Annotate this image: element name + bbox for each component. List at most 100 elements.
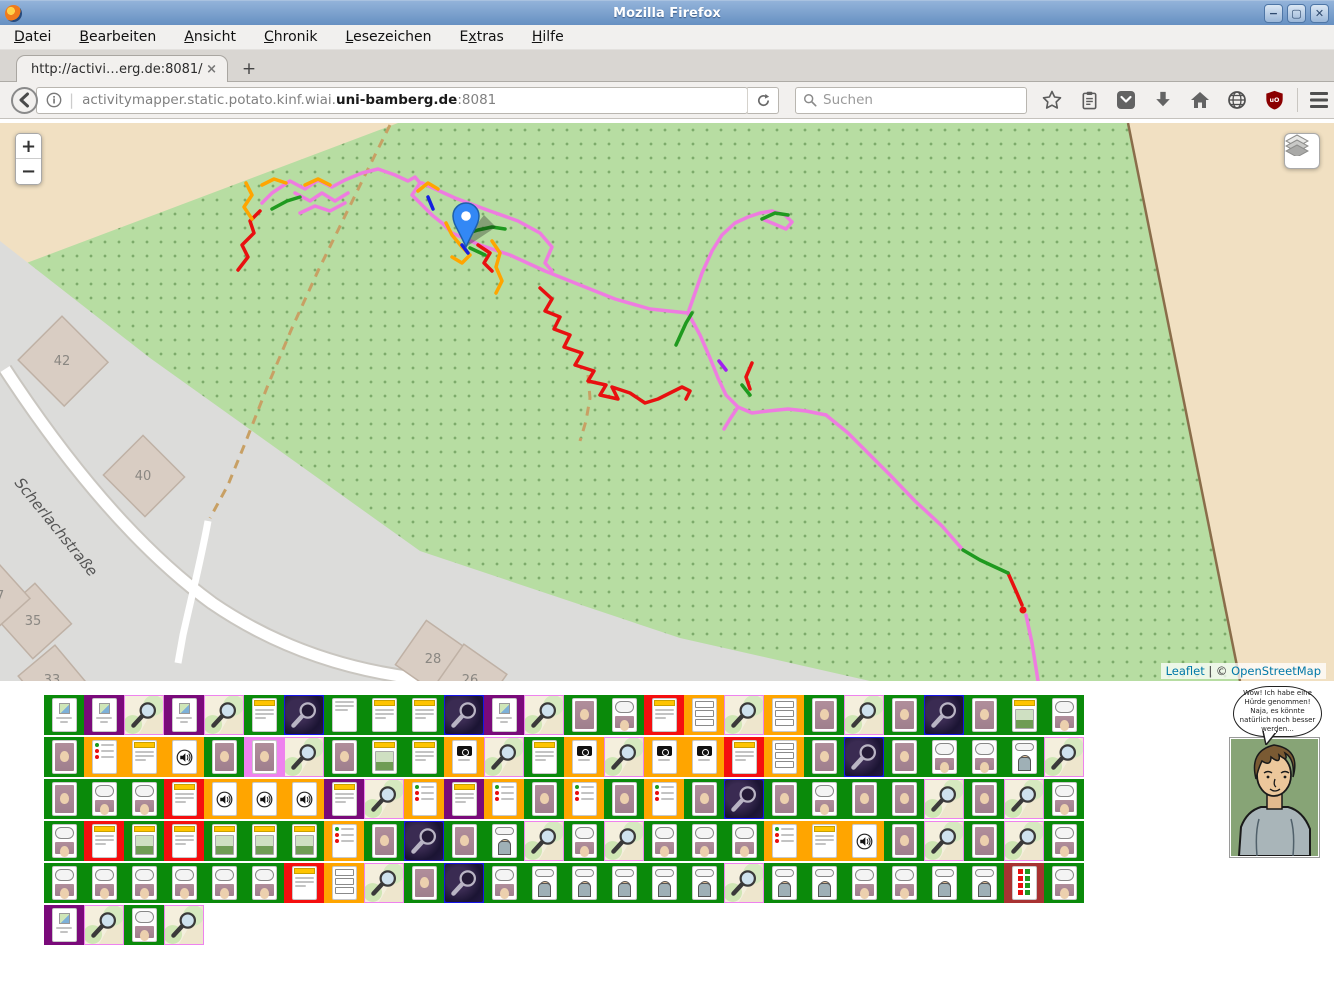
timeline-tile-speech[interactable] xyxy=(564,821,604,861)
timeline-tile-mag[interactable] xyxy=(724,779,764,819)
timeline-tile-yellow[interactable] xyxy=(724,737,764,777)
timeline-tile-camera[interactable] xyxy=(564,737,604,777)
timeline-tile-speech[interactable] xyxy=(924,737,964,777)
timeline-tile-avatar[interactable] xyxy=(884,695,924,735)
timeline-tile-map[interactable] xyxy=(524,695,564,735)
timeline-tile-yellow[interactable] xyxy=(364,695,404,735)
timeline-tile-speech[interactable] xyxy=(1044,821,1084,861)
timeline-tile-map[interactable] xyxy=(524,821,564,861)
timeline-tile-comic[interactable] xyxy=(924,863,964,903)
timeline-tile-form[interactable] xyxy=(684,695,724,735)
timeline-tile-avatar[interactable] xyxy=(44,737,84,777)
timeline-tile-speech[interactable] xyxy=(124,779,164,819)
timeline-tile-avatar[interactable] xyxy=(564,695,604,735)
timeline-tile-form[interactable] xyxy=(324,863,364,903)
timeline-tile-mag[interactable] xyxy=(444,863,484,903)
timeline-tile-form[interactable] xyxy=(764,695,804,735)
timeline-tile-avatar[interactable] xyxy=(804,695,844,735)
timeline-tile-map[interactable] xyxy=(484,737,524,777)
timeline-tile-speech[interactable] xyxy=(644,821,684,861)
minimize-icon[interactable]: − xyxy=(1264,4,1283,23)
menu-item-bearbeiten[interactable]: Bearbeiten xyxy=(79,29,156,45)
timeline-tile-map[interactable] xyxy=(724,863,764,903)
timeline-tile-check[interactable] xyxy=(644,779,684,819)
timeline-tile-speech[interactable] xyxy=(44,863,84,903)
search-bar[interactable]: Suchen xyxy=(795,87,1027,114)
leaflet-link[interactable]: Leaflet xyxy=(1166,664,1205,678)
timeline-tile-map[interactable] xyxy=(124,695,164,735)
timeline-tile-mag[interactable] xyxy=(404,821,444,861)
timeline-tile-mag[interactable] xyxy=(844,737,884,777)
timeline-tile-comic[interactable] xyxy=(764,863,804,903)
back-button[interactable] xyxy=(11,87,38,114)
timeline-tile-yellow[interactable] xyxy=(444,779,484,819)
timeline-tile-map[interactable] xyxy=(164,905,204,945)
timeline-tile-speech[interactable] xyxy=(164,863,204,903)
timeline-tile-speech[interactable] xyxy=(684,821,724,861)
layers-control[interactable] xyxy=(1284,133,1320,169)
timeline-tile-photo[interactable] xyxy=(124,821,164,861)
timeline-tile-avatar[interactable] xyxy=(364,821,404,861)
timeline-tile-comic[interactable] xyxy=(604,863,644,903)
timeline-tile-comic[interactable] xyxy=(644,863,684,903)
timeline-tile-comic[interactable] xyxy=(684,863,724,903)
timeline-tile-map[interactable] xyxy=(84,905,124,945)
bookmarks-clipboard-icon[interactable] xyxy=(1078,89,1100,111)
timeline-tile-check[interactable] xyxy=(764,821,804,861)
timeline-tile-avatar[interactable] xyxy=(844,779,884,819)
timeline-tile-avatar[interactable] xyxy=(884,737,924,777)
timeline-tile-comic[interactable] xyxy=(964,863,1004,903)
menu-item-datei[interactable]: Datei xyxy=(14,29,51,45)
timeline-tile-speaker[interactable] xyxy=(244,779,284,819)
timeline-tile-speech[interactable] xyxy=(84,779,124,819)
timeline-tile-speech[interactable] xyxy=(604,695,644,735)
timeline-tile-photo[interactable] xyxy=(1004,695,1044,735)
timeline-tile-check[interactable] xyxy=(484,779,524,819)
timeline-tile-speech[interactable] xyxy=(124,863,164,903)
timeline-tile-app[interactable] xyxy=(44,695,84,735)
timeline-tile-speech[interactable] xyxy=(884,863,924,903)
timeline-tile-avatar[interactable] xyxy=(244,737,284,777)
timeline-tile-check[interactable] xyxy=(564,779,604,819)
timeline-tile-avatar[interactable] xyxy=(804,737,844,777)
timeline-tile-map[interactable] xyxy=(1004,821,1044,861)
timeline-tile-map[interactable] xyxy=(1004,779,1044,819)
timeline-tile-speech[interactable] xyxy=(204,863,244,903)
menu-hamburger-icon[interactable] xyxy=(1308,89,1330,111)
timeline-tile-yellow[interactable] xyxy=(644,695,684,735)
timeline-tile-photo[interactable] xyxy=(244,821,284,861)
timeline-tile-check[interactable] xyxy=(404,779,444,819)
timeline-tile-speech[interactable] xyxy=(484,863,524,903)
timeline-tile-comic[interactable] xyxy=(564,863,604,903)
timeline-tile-photo[interactable] xyxy=(364,737,404,777)
tab-activitymapper[interactable]: http://activi…erg.de:8081/ × xyxy=(16,55,228,82)
timeline-tile-map[interactable] xyxy=(844,695,884,735)
timeline-tile-form[interactable] xyxy=(764,737,804,777)
timeline-tile-speech[interactable] xyxy=(44,821,84,861)
timeline-tile-speech[interactable] xyxy=(964,737,1004,777)
timeline-tile-avatar[interactable] xyxy=(44,779,84,819)
timeline-tile-speech[interactable] xyxy=(804,779,844,819)
timeline-tile-map[interactable] xyxy=(724,695,764,735)
timeline-tile-map[interactable] xyxy=(924,821,964,861)
tab-close-icon[interactable]: × xyxy=(204,62,219,77)
timeline-tile-yellow[interactable] xyxy=(404,737,444,777)
timeline-tile-map[interactable] xyxy=(364,863,404,903)
timeline-tile-speaker[interactable] xyxy=(284,779,324,819)
timeline-tile-avatar[interactable] xyxy=(204,737,244,777)
menu-item-chronik[interactable]: Chronik xyxy=(264,29,318,45)
timeline-tile-photo[interactable] xyxy=(204,821,244,861)
timeline-tile-avatar[interactable] xyxy=(884,779,924,819)
timeline-tile-map[interactable] xyxy=(604,737,644,777)
reload-button[interactable] xyxy=(747,87,779,114)
timeline-tile-avatar[interactable] xyxy=(444,821,484,861)
close-icon[interactable]: ✕ xyxy=(1310,4,1329,23)
timeline-tile-speaker[interactable] xyxy=(844,821,884,861)
menu-item-ansicht[interactable]: Ansicht xyxy=(184,29,236,45)
timeline-tile-camera[interactable] xyxy=(444,737,484,777)
timeline-tile-yellow[interactable] xyxy=(804,821,844,861)
timeline-tile-app[interactable] xyxy=(44,905,84,945)
extension-globe-icon[interactable] xyxy=(1226,89,1248,111)
timeline-tile-avatar[interactable] xyxy=(764,779,804,819)
timeline-tile-yellow[interactable] xyxy=(84,821,124,861)
